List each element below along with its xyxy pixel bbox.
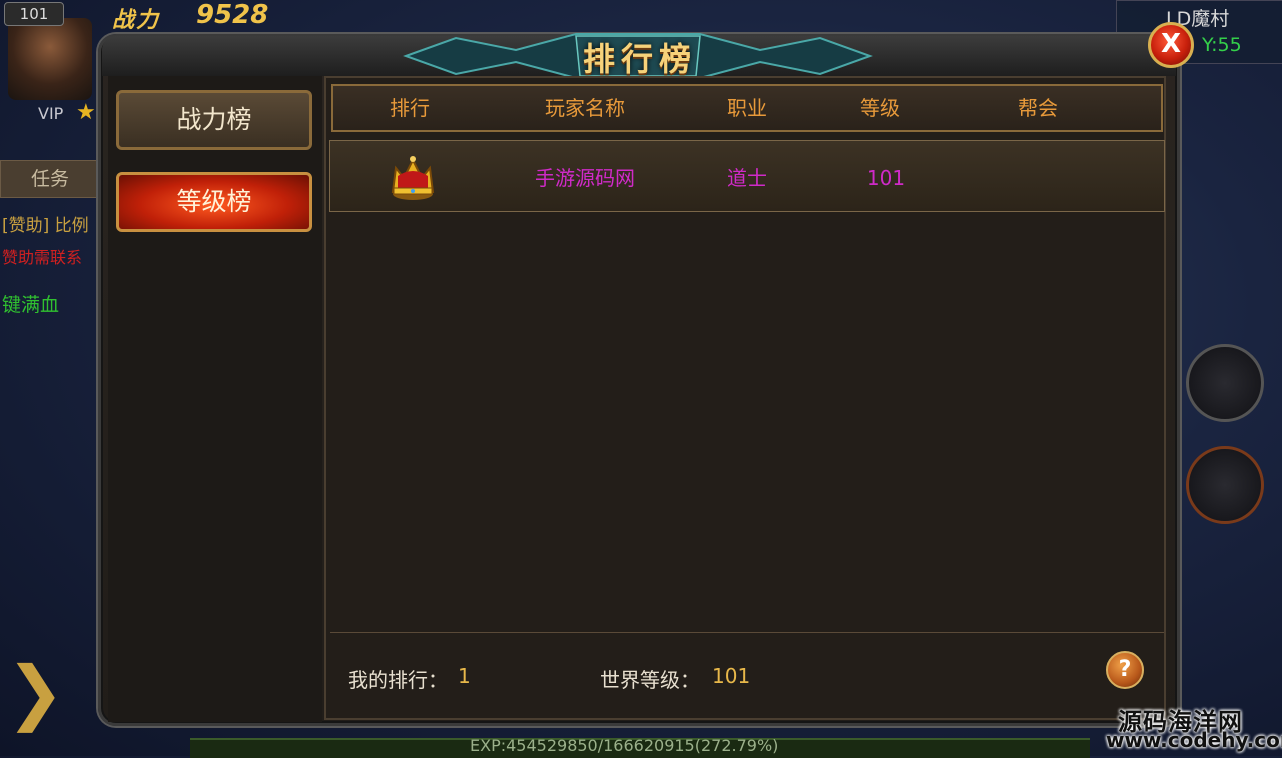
- expand-arrow-icon[interactable]: ❯: [6, 652, 65, 732]
- world-level-value: 101: [712, 664, 751, 688]
- task-tab[interactable]: 任务: [0, 160, 100, 198]
- help-button[interactable]: ?: [1106, 651, 1144, 689]
- footer-divider: [330, 632, 1164, 633]
- exp-text: EXP:454529850/166620915(272.79%): [470, 736, 779, 755]
- skill-slot-button[interactable]: [1186, 344, 1264, 422]
- my-rank-value: 1: [458, 664, 471, 688]
- column-header-class: 职业: [727, 96, 767, 120]
- tab-power-ranking[interactable]: 战力榜: [116, 90, 312, 150]
- player-name[interactable]: 手游源码网: [510, 140, 660, 212]
- map-coordinate: Y:55: [1202, 34, 1242, 56]
- world-level-label: 世界等级：: [600, 668, 700, 692]
- close-button[interactable]: X: [1148, 22, 1194, 68]
- my-rank-label: 我的排行：: [348, 668, 448, 692]
- player-guild: [990, 140, 1086, 212]
- watermark-url: www.codehy.com: [1106, 728, 1282, 752]
- vip-star-icon: ★: [76, 100, 96, 125]
- player-level-badge: 101: [4, 2, 64, 26]
- player-level: 101: [866, 166, 906, 190]
- column-header-guild: 帮会: [1018, 96, 1058, 120]
- column-header-rank: 排行: [390, 96, 430, 120]
- power-value: 9528: [196, 0, 269, 30]
- chat-line: 赞助需联系: [2, 248, 83, 267]
- column-header-player: 玩家名称: [545, 96, 625, 120]
- skill-slot-button[interactable]: [1186, 446, 1264, 524]
- player-avatar[interactable]: [8, 18, 92, 100]
- player-class: 道士: [727, 166, 767, 190]
- power-label: 战力: [112, 8, 161, 33]
- crown-icon: [391, 156, 435, 200]
- tab-level-ranking[interactable]: 等级榜: [116, 172, 312, 232]
- vip-label: VIP: [38, 104, 64, 123]
- panel-title: 排行榜: [582, 40, 697, 78]
- column-header-level: 等级: [860, 96, 900, 120]
- full-hp-button[interactable]: 键满血: [2, 290, 59, 317]
- chat-line: [赞助] 比例: [2, 216, 89, 236]
